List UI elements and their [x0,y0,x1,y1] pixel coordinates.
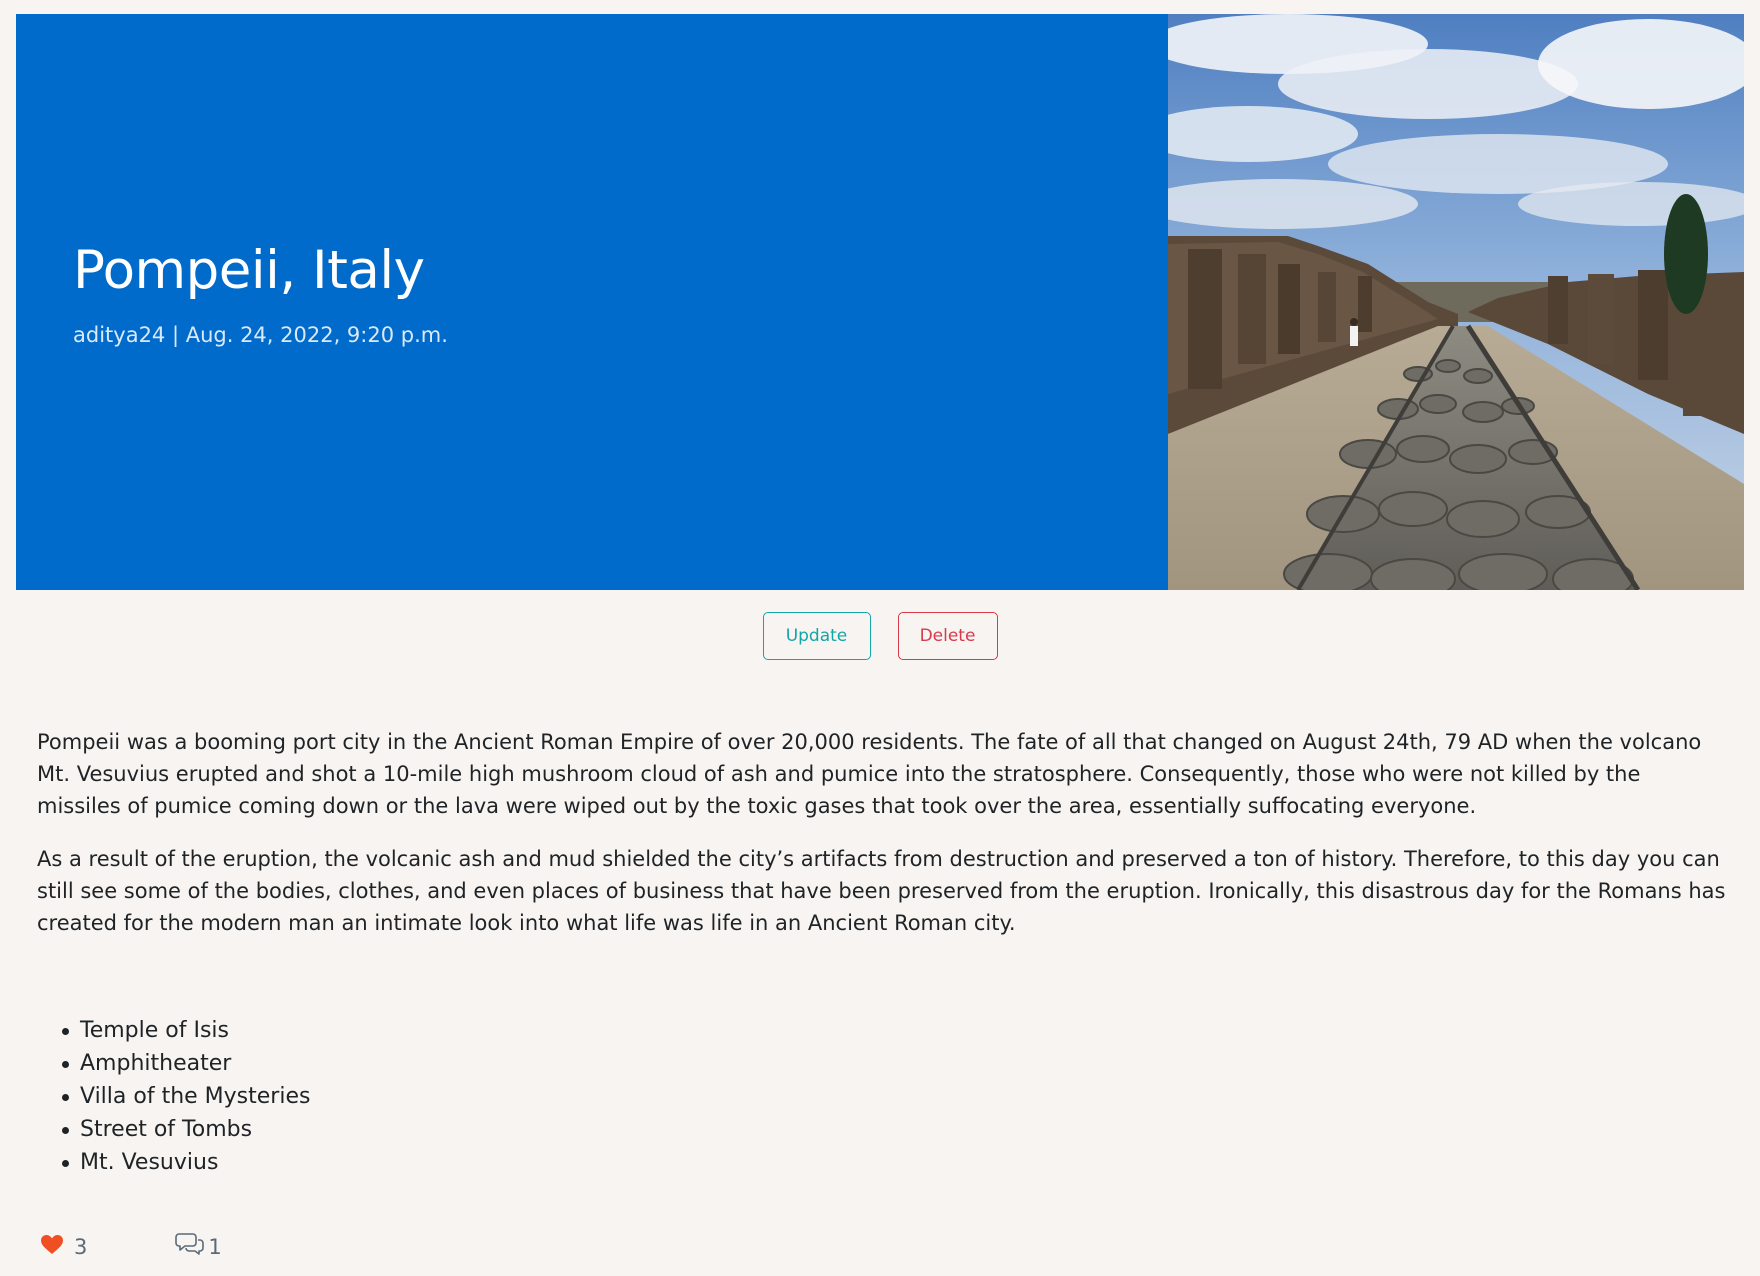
pompeii-street-photo [1168,14,1744,590]
post-body: Pompeii was a booming port city in the A… [37,726,1727,960]
list-item: Temple of Isis [58,1014,310,1047]
places-list: Temple of Isis Amphitheater Villa of the… [58,1014,310,1179]
post-stats: 3 1 [40,1232,222,1261]
like-count: 3 [74,1234,88,1259]
body-paragraph: As a result of the eruption, the volcani… [37,847,1726,935]
comment-button[interactable]: 1 [175,1232,222,1261]
comment-count: 1 [208,1234,222,1259]
body-paragraph: Pompeii was a booming port city in the A… [37,730,1702,818]
like-button[interactable]: 3 [40,1234,87,1260]
hero-title-panel: Pompeii, Italy aditya24 | Aug. 24, 2022,… [16,14,1168,590]
post-actions: Update Delete [0,612,1760,660]
list-item: Mt. Vesuvius [58,1146,310,1179]
post-meta: aditya24 | Aug. 24, 2022, 9:20 p.m. [73,323,448,347]
list-item: Amphitheater [58,1047,310,1080]
post-title: Pompeii, Italy [73,240,425,301]
heart-icon [40,1234,64,1260]
list-item: Villa of the Mysteries [58,1080,310,1113]
update-button[interactable]: Update [762,612,871,660]
post-hero: Pompeii, Italy aditya24 | Aug. 24, 2022,… [16,14,1744,590]
list-item: Street of Tombs [58,1113,310,1146]
post-photo [1168,14,1744,590]
delete-button[interactable]: Delete [897,612,998,660]
comment-bubbles-icon [175,1232,205,1261]
